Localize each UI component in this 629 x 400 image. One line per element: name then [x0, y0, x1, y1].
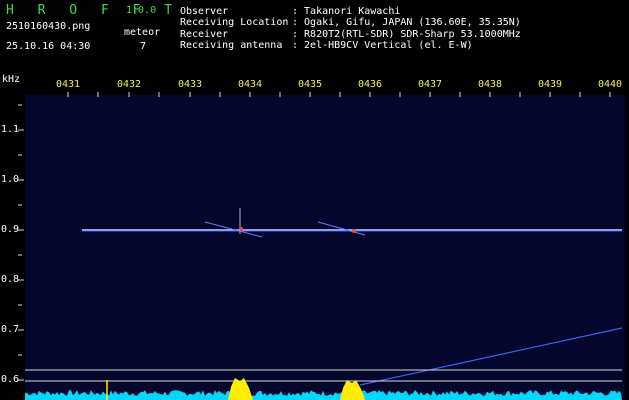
meteor-head-2 — [352, 229, 356, 233]
y-tick-label: 1.1 — [1, 124, 20, 135]
x-tick-label: 0431 — [56, 79, 81, 90]
y-tick-label: 1.0 — [1, 174, 20, 185]
x-axis-ticks — [67, 92, 611, 97]
signal-level-trace — [25, 390, 622, 400]
x-tick-label: 0440 — [598, 79, 623, 90]
x-tick-label: 0437 — [418, 79, 443, 90]
y-tick-label: 0.8 — [1, 274, 20, 285]
spectrogram-overlay — [18, 92, 623, 400]
signal-level-fill — [25, 390, 622, 400]
y-axis-ticks — [18, 104, 24, 381]
y-tick-label: 0.6 — [1, 374, 20, 385]
x-tick-label: 0435 — [298, 79, 323, 90]
meteor-head-1 — [239, 227, 243, 231]
x-tick-label: 0432 — [117, 79, 142, 90]
x-tick-label: 0439 — [538, 79, 563, 90]
meteor-streak-3 — [317, 221, 366, 236]
x-tick-label: 0433 — [178, 79, 203, 90]
signal-peak — [340, 380, 365, 400]
hrofft-window: { "app": { "title": "H R O F F T", "vers… — [0, 0, 629, 400]
diagonal-trace — [359, 327, 623, 386]
x-tick-label: 0438 — [478, 79, 503, 90]
y-tick-label: 0.9 — [1, 224, 20, 235]
y-tick-label: 0.7 — [1, 324, 20, 335]
x-tick-label: 0436 — [358, 79, 383, 90]
x-tick-label: 0434 — [238, 79, 263, 90]
